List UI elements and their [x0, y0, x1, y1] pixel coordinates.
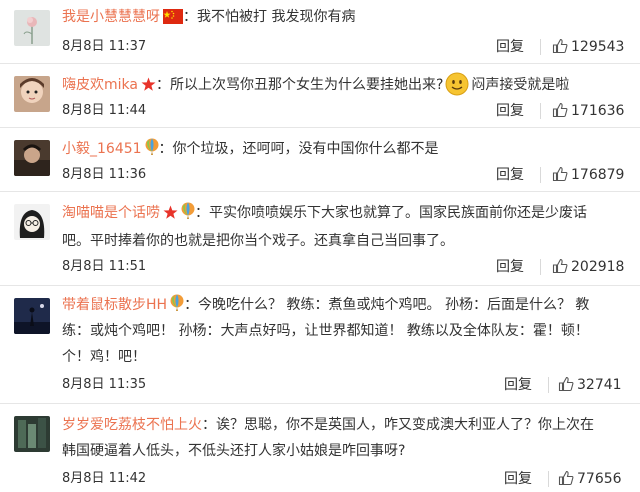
like-button[interactable]: 129543: [552, 38, 624, 56]
comment-item: 淘喵喵是个话唠 ：平实你喷喷娱乐下大家也就算了。国家民族面前你还是少废话 吧。平时…: [0, 192, 640, 286]
comment-line: 嗨皮欢mika ：所以上次骂你丑那个女生为什么要挂她出来? 闷声接受就是啦: [62, 72, 628, 105]
comment-text: 闷声接受就是啦: [471, 77, 570, 93]
username-link[interactable]: 岁岁爱吃荔枝不怕上火: [62, 417, 202, 433]
reply-button[interactable]: 回复: [496, 102, 524, 120]
divider: [548, 471, 549, 487]
comment-time: 8月8日 11:35: [62, 377, 147, 392]
thumbs-up-icon: [552, 166, 568, 182]
comment-line: 练：或炖个鸡吧！ 孙杨：大声点好吗，让世界都知道！ 教练以及全体队友：霍！顿！: [62, 318, 628, 344]
comment-text: ：你个垃圾，还呵呵，没有中国你什么都不是: [158, 141, 439, 157]
like-count: 32741: [577, 377, 622, 393]
comment-time: 8月8日 11:51: [62, 259, 147, 274]
comment-time: 8月8日 11:37: [62, 39, 147, 54]
balloon-icon: [170, 294, 184, 321]
comment-text: 练：或炖个鸡吧！ 孙杨：大声点好吗，让世界都知道！ 教练以及全体队友：霍！顿！: [62, 323, 589, 339]
comment-line: 带着鼠标散步HH ：今晚吃什么？ 教练：煮鱼或炖个鸡吧。 孙杨：后面是什么？ 教: [62, 292, 628, 321]
red-star-icon: [163, 203, 178, 229]
comment-line: 吧。平时捧着你的也就是把你当个戏子。还真拿自己当回事了。: [62, 228, 628, 254]
comment-line: 韩国硬逼着人低头，不低头还打人家小姑娘是咋回事呀?: [62, 438, 628, 464]
like-button[interactable]: 171636: [552, 102, 624, 120]
like-count: 202918: [571, 259, 625, 275]
reply-button[interactable]: 回复: [496, 166, 524, 184]
comment-item: 嗨皮欢mika ：所以上次骂你丑那个女生为什么要挂她出来? 闷声接受就是啦 8月8日…: [0, 64, 640, 128]
comment-item: 小毅_16451 ：你个垃圾，还呵呵，没有中国你什么都不是 8月8日 11:36 …: [0, 128, 640, 192]
comment-time: 8月8日 11:42: [62, 471, 147, 486]
like-button[interactable]: 32741: [558, 376, 622, 394]
like-count: 77656: [577, 471, 622, 487]
comment-item: 带着鼠标散步HH ：今晚吃什么？ 教练：煮鱼或炖个鸡吧。 孙杨：后面是什么？ 教 …: [0, 286, 640, 404]
reply-button[interactable]: 回复: [504, 470, 532, 488]
avatar[interactable]: [14, 298, 50, 334]
username-link[interactable]: 我是小慧慧慧呀: [62, 9, 160, 25]
like-count: 129543: [571, 39, 625, 55]
comment-text: ：今晚吃什么？ 教练：煮鱼或炖个鸡吧。 孙杨：后面是什么？ 教: [184, 297, 590, 313]
comment-line: 淘喵喵是个话唠 ：平实你喷喷娱乐下大家也就算了。国家民族面前你还是少废话: [62, 200, 628, 229]
comment-item: 岁岁爱吃荔枝不怕上火：诶？思聪，你不是英国人，咋又变成澳大利亚人了？你上次在 韩…: [0, 404, 640, 492]
comment-text: ：我不怕被打 我发现你有病: [183, 9, 356, 25]
comment-line: 我是小慧慧慧呀 ：我不怕被打 我发现你有病: [62, 4, 628, 33]
divider: [540, 39, 541, 55]
username-link[interactable]: 淘喵喵是个话唠: [62, 205, 160, 221]
comment-text: ：所以上次骂你丑那个女生为什么要挂她出来?: [155, 77, 444, 93]
comment-time: 8月8日 11:36: [62, 167, 147, 182]
avatar[interactable]: [14, 204, 50, 240]
divider: [540, 103, 541, 119]
like-count: 171636: [571, 103, 625, 119]
like-button[interactable]: 77656: [558, 470, 622, 488]
balloon-icon: [145, 138, 159, 165]
username-link[interactable]: 带着鼠标散步HH: [62, 297, 167, 313]
smiley-emoji-icon: [445, 72, 469, 105]
avatar[interactable]: [14, 416, 50, 452]
username-link[interactable]: 小毅_16451: [62, 141, 142, 157]
comment-line: 岁岁爱吃荔枝不怕上火：诶？思聪，你不是英国人，咋又变成澳大利亚人了？你上次在: [62, 412, 628, 438]
comment-text: 韩国硬逼着人低头，不低头还打人家小姑娘是咋回事呀?: [62, 443, 406, 459]
divider: [540, 167, 541, 183]
avatar[interactable]: [14, 10, 50, 46]
comment-text: ：诶？思聪，你不是英国人，咋又变成澳大利亚人了？你上次在: [202, 417, 594, 433]
thumbs-up-icon: [552, 102, 568, 118]
like-count: 176879: [571, 167, 625, 183]
comment-line: 个！鸡！吧！: [62, 344, 628, 370]
thumbs-up-icon: [552, 38, 568, 54]
comment-time: 8月8日 11:44: [62, 103, 147, 118]
avatar[interactable]: [14, 140, 50, 176]
balloon-icon: [181, 202, 195, 229]
thumbs-up-icon: [558, 470, 574, 486]
username-link[interactable]: 嗨皮欢mika: [62, 77, 138, 93]
comment-text: ：平实你喷喷娱乐下大家也就算了。国家民族面前你还是少废话: [195, 205, 587, 221]
reply-button[interactable]: 回复: [504, 376, 532, 394]
comment-item: 我是小慧慧慧呀 ：我不怕被打 我发现你有病 8月8日 11:37 回复 12954…: [0, 0, 640, 64]
red-star-icon: [141, 75, 156, 101]
like-button[interactable]: 202918: [552, 258, 624, 276]
reply-button[interactable]: 回复: [496, 38, 524, 56]
reply-button[interactable]: 回复: [496, 258, 524, 276]
divider: [540, 259, 541, 275]
comment-text: 吧。平时捧着你的也就是把你当个戏子。还真拿自己当回事了。: [62, 233, 454, 249]
thumbs-up-icon: [558, 376, 574, 392]
comment-text: 个！鸡！吧！: [62, 349, 146, 365]
like-button[interactable]: 176879: [552, 166, 624, 184]
china-flag-icon: [163, 7, 183, 33]
avatar[interactable]: [14, 76, 50, 112]
divider: [548, 377, 549, 393]
comment-line: 小毅_16451 ：你个垃圾，还呵呵，没有中国你什么都不是: [62, 136, 628, 165]
thumbs-up-icon: [552, 258, 568, 274]
